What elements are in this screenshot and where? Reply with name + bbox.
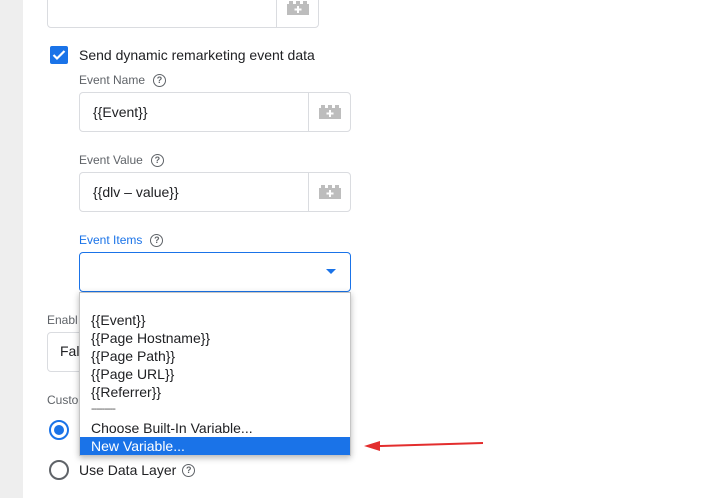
enable-select-value: Fal (60, 343, 80, 359)
event-items-label: Event Items ? (79, 232, 164, 248)
menu-item-page-hostname[interactable]: {{Page Hostname}} (80, 329, 350, 347)
help-icon[interactable]: ? (150, 153, 164, 167)
event-value-field[interactable]: {{dlv – value}} (79, 172, 351, 212)
variable-block-icon (318, 105, 341, 119)
data-layer-radio[interactable] (49, 460, 69, 480)
menu-item-page-path[interactable]: {{Page Path}} (80, 347, 350, 365)
variable-picker-button[interactable] (276, 0, 318, 27)
remarketing-checkbox-label: Send dynamic remarketing event data (79, 47, 315, 63)
variable-block-icon (318, 185, 341, 199)
event-items-select[interactable] (79, 252, 351, 292)
help-icon[interactable]: ? (182, 463, 196, 477)
data-layer-option[interactable]: Use Data Layer ? (79, 462, 196, 478)
menu-item-referrer[interactable]: {{Referrer}} (80, 383, 350, 401)
checkmark-icon (52, 50, 66, 61)
dropdown-caret-icon (326, 269, 336, 274)
event-value-label-text: Event Value (79, 153, 143, 167)
variable-block-icon (286, 1, 309, 15)
remarketing-checkbox[interactable] (50, 46, 68, 64)
top-variable-field[interactable] (47, 0, 319, 28)
event-name-label: Event Name ? (79, 72, 167, 88)
enable-label: Enabl (47, 313, 78, 327)
event-name-variable-button[interactable] (308, 93, 350, 131)
event-name-label-text: Event Name (79, 73, 146, 87)
left-panel-edge (0, 0, 23, 498)
variable-dropdown-menu: {{Event}} {{Page Hostname}} {{Page Path}… (79, 292, 351, 456)
menu-item-choose-builtin[interactable]: Choose Built-In Variable... (80, 419, 350, 437)
event-items-label-text: Event Items (79, 233, 143, 247)
event-name-field[interactable]: {{Event}} (79, 92, 351, 132)
data-layer-label: Use Data Layer (79, 462, 177, 478)
event-name-value: {{Event}} (93, 104, 148, 120)
custom-label: Custo (47, 393, 79, 407)
menu-item-page-url[interactable]: {{Page URL}} (80, 365, 350, 383)
menu-item-new-variable[interactable]: New Variable... (80, 437, 350, 455)
help-icon[interactable]: ? (153, 73, 167, 87)
custom-radio-selected[interactable] (49, 420, 69, 440)
event-value-value: {{dlv – value}} (93, 184, 179, 200)
help-icon[interactable]: ? (150, 233, 164, 247)
menu-item-event[interactable]: {{Event}} (80, 311, 350, 329)
menu-separator: --------- (91, 403, 116, 415)
event-value-label: Event Value ? (79, 152, 164, 168)
annotation-arrow-icon (364, 441, 484, 451)
event-value-variable-button[interactable] (308, 173, 350, 211)
